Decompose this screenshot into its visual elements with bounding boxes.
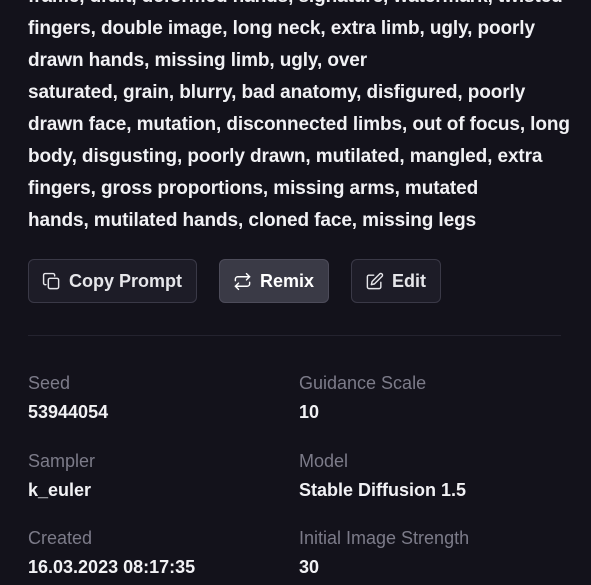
model-field: Model Stable Diffusion 1.5 — [299, 446, 568, 524]
sampler-label: Sampler — [28, 450, 96, 471]
initial-image-strength-field: Initial Image Strength 30 — [299, 523, 568, 585]
created-field: Created 16.03.2023 08:17:35 — [28, 523, 299, 585]
guidance-scale-value: 10 — [299, 402, 320, 422]
prompt-line: fingers, gross proportions, missing arms… — [28, 178, 479, 199]
remix-label: Remix — [260, 270, 315, 291]
seed-field: Seed 53944054 — [28, 368, 299, 446]
sampler-field: Sampler k_euler — [28, 446, 299, 524]
seed-label: Seed — [28, 373, 71, 393]
edit-label: Edit — [392, 270, 427, 291]
section-divider — [28, 335, 561, 336]
initial-image-strength-value: 30 — [299, 557, 320, 577]
initial-image-strength-label: Initial Image Strength — [299, 528, 470, 548]
repeat-arrows-icon — [232, 271, 252, 291]
sampler-value: k_euler — [28, 479, 92, 500]
model-label: Model — [299, 450, 349, 471]
guidance-scale-field: Guidance Scale 10 — [299, 368, 568, 446]
copy-prompt-button[interactable]: Copy Prompt — [28, 259, 198, 303]
copy-icon — [41, 271, 61, 291]
copy-prompt-label: Copy Prompt — [69, 270, 183, 291]
prompt-line: drawn hands, missing limb, ugly, over — [28, 50, 368, 71]
prompt-line: fingers, double image, long neck, extra … — [28, 18, 535, 39]
seed-value: 53944054 — [28, 402, 109, 422]
generation-details-panel: frame, draft, deformed hands, signature,… — [0, 0, 591, 585]
prompt-line: body, disgusting, poorly drawn, mutilate… — [28, 146, 543, 167]
prompt-line: saturated, grain, blurry, bad anatomy, d… — [28, 82, 526, 103]
created-value: 16.03.2023 08:17:35 — [28, 557, 196, 577]
prompt-line: frame, draft, deformed hands, signature,… — [28, 0, 568, 13]
prompt-text: frame, draft, deformed hands, signature,… — [28, 0, 570, 237]
prompt-line: drawn face, mutation, disconnected limbs… — [28, 114, 570, 135]
edit-pencil-icon — [364, 271, 384, 291]
prompt-actions: Copy Prompt Remix Edit — [28, 259, 442, 303]
prompt-line: hands, mutilated hands, cloned face, mis… — [28, 210, 477, 231]
generation-metadata: Seed 53944054 Guidance Scale 10 Sampler … — [28, 368, 568, 585]
created-label: Created — [28, 528, 93, 548]
guidance-scale-label: Guidance Scale — [299, 373, 427, 393]
edit-button[interactable]: Edit — [351, 259, 442, 303]
model-value: Stable Diffusion 1.5 — [299, 479, 467, 500]
remix-button[interactable]: Remix — [219, 259, 330, 303]
